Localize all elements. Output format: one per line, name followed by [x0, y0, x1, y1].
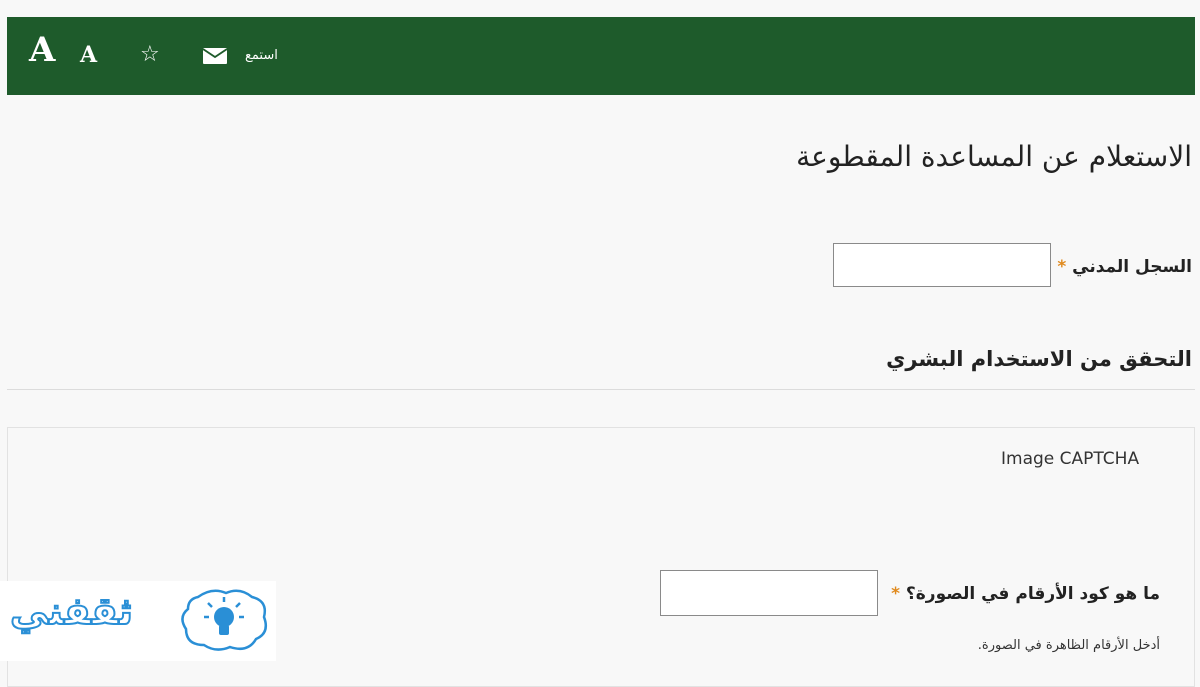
civil-record-label: السجل المدني * [1057, 257, 1192, 277]
mail-icon[interactable] [203, 48, 227, 64]
civil-record-input[interactable] [833, 243, 1051, 287]
captcha-input[interactable] [660, 570, 878, 616]
captcha-caption: Image CAPTCHA [1001, 449, 1140, 469]
watermark-text: ثقفني [9, 588, 134, 634]
required-mark: * [891, 584, 900, 604]
captcha-question-label: ما هو كود الأرقام في الصورة؟ * [891, 584, 1160, 604]
top-toolbar: A A ☆ استمع [7, 17, 1195, 95]
star-icon[interactable]: ☆ [140, 44, 160, 66]
human-verification-title: التحقق من الاستخدام البشري [886, 347, 1192, 371]
page-title: الاستعلام عن المساعدة المقطوعة [796, 140, 1192, 173]
civil-record-label-text: السجل المدني [1072, 257, 1192, 277]
lightbulb-logo-icon [181, 589, 267, 651]
decrease-font-button[interactable]: A [80, 44, 97, 66]
captcha-question-text: ما هو كود الأرقام في الصورة؟ [905, 584, 1160, 604]
captcha-hint: أدخل الأرقام الظاهرة في الصورة. [977, 638, 1160, 653]
watermark: ثقفني [0, 581, 276, 661]
divider [7, 389, 1195, 390]
increase-font-button[interactable]: A [29, 33, 55, 67]
required-mark: * [1057, 257, 1067, 277]
listen-button[interactable]: استمع [245, 49, 278, 62]
